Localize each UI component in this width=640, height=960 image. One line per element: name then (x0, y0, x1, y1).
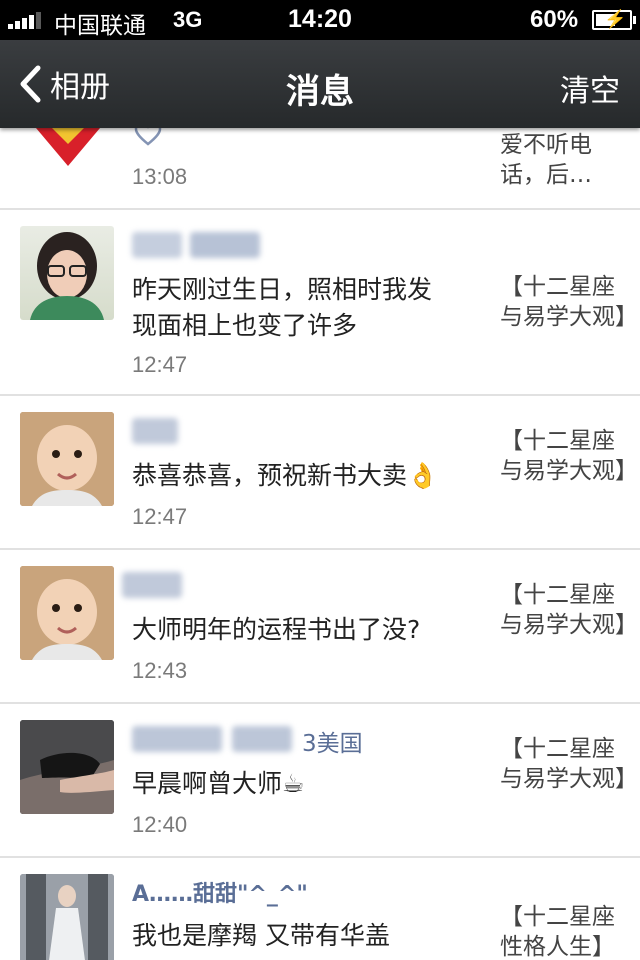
message-time: 12:47 (132, 352, 188, 377)
message-list: 13:08 爱不听电话，后… 昨天刚过生日，照相时我发现面相上也变了许多 12:… (0, 128, 640, 960)
related-post: 【十二星座性格人生】 (500, 904, 615, 960)
avatar[interactable] (20, 566, 114, 660)
related-post: 【十二星座与易学大观】 (500, 274, 638, 330)
message-time: 13:08 (132, 164, 188, 189)
related-post: 【十二星座与易学大观】 (500, 736, 638, 792)
page-title: 消息 (286, 72, 354, 112)
message-row[interactable]: 昨天刚过生日，照相时我发现面相上也变了许多 12:47 【十二星座与易学大观】 (0, 210, 640, 396)
avatar[interactable] (20, 412, 114, 506)
navigation-bar: 相册 消息 清空 (0, 40, 640, 128)
message-text: 大师明年的运程书出了没? (132, 615, 421, 644)
message-time: 12:40 (132, 812, 188, 837)
red-diamond-avatar (36, 128, 100, 166)
message-row[interactable]: A……甜甜"^_^" 我也是摩羯 又带有华盖 【十二星座性格人生】 (0, 858, 640, 960)
message-row[interactable]: 恭喜恭喜，预祝新书大卖👌 12:47 【十二星座与易学大观】 (0, 396, 640, 550)
battery-percent: 60% (530, 6, 579, 33)
heart-icon (134, 128, 162, 146)
status-bar: 中国联通 3G 14:20 60% ⚡ (0, 0, 640, 40)
avatar[interactable] (20, 720, 114, 814)
related-post: 爱不听电话，后… (500, 132, 592, 188)
message-text: 早晨啊曾大师☕ (132, 769, 305, 798)
message-text: 我也是摩羯 又带有华盖 (132, 921, 390, 950)
clear-button[interactable]: 清空 (560, 66, 620, 110)
message-text: 恭喜恭喜，预祝新书大卖👌 (132, 461, 439, 490)
avatar[interactable] (20, 226, 114, 320)
charging-icon: ⚡ (604, 9, 627, 29)
message-text: 昨天刚过生日，照相时我发现面相上也变了许多 (132, 275, 433, 340)
message-time: 12:47 (132, 504, 188, 529)
related-post: 【十二星座与易学大观】 (500, 428, 638, 484)
message-row[interactable]: 3美国 早晨啊曾大师☕ 12:40 【十二星座与易学大观】 (0, 704, 640, 858)
message-row[interactable]: 大师明年的运程书出了没? 12:43 【十二星座与易学大观】 (0, 550, 640, 704)
message-row[interactable]: 13:08 爱不听电话，后… (0, 128, 640, 210)
battery-icon: ⚡ (592, 9, 636, 30)
avatar[interactable] (20, 874, 114, 960)
related-post: 【十二星座与易学大观】 (500, 582, 638, 638)
message-time: 12:43 (132, 658, 188, 683)
